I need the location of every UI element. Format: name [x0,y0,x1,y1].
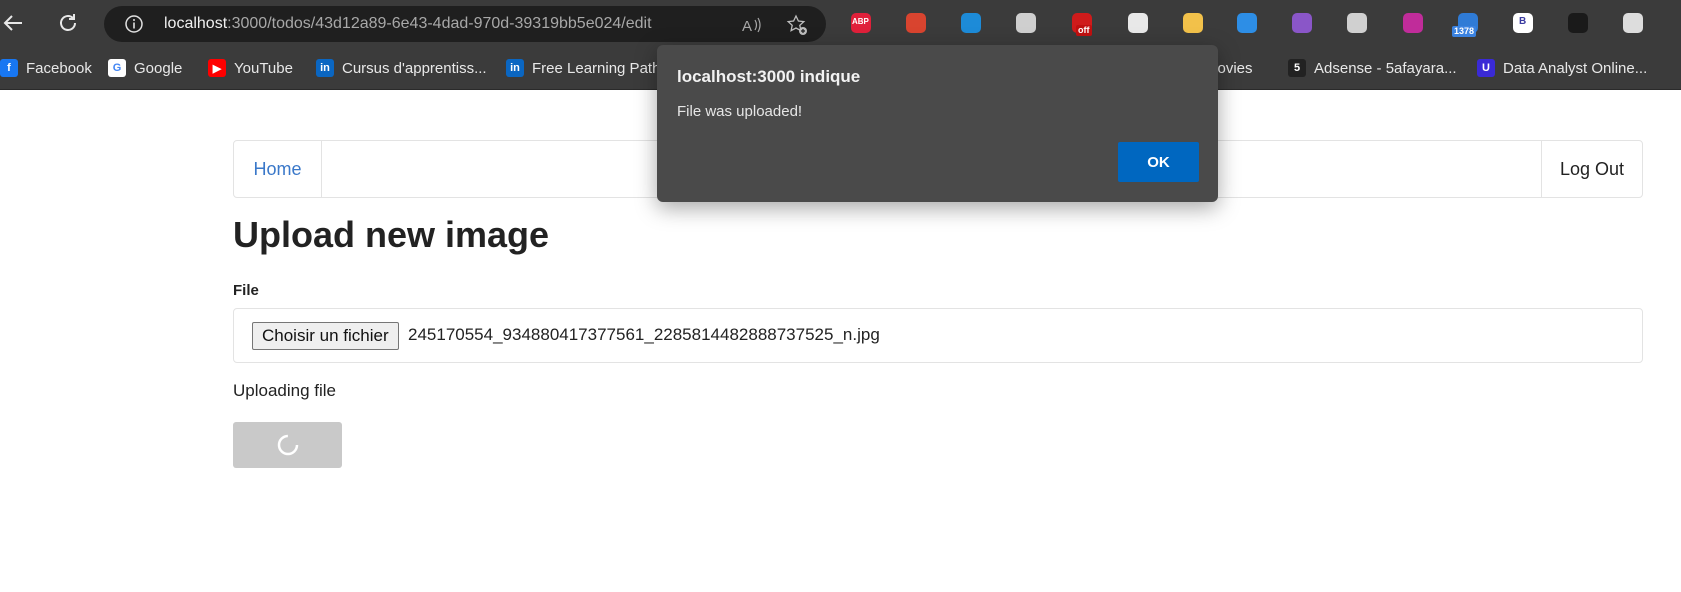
mail-extension-icon[interactable]: off [1070,11,1094,36]
chart-extension-icon[interactable] [1401,11,1425,35]
bookmark-1[interactable]: G Google [108,58,182,78]
dialog-message: File was uploaded! [677,103,803,120]
graduation-extension-icon[interactable]: 1378 [1452,11,1480,37]
robot-extension-glyph [1568,13,1588,33]
bookmark-label: Facebook [26,59,92,77]
sync-extension-glyph [1016,13,1036,33]
alert-dialog: localhost:3000 indique File was uploaded… [657,45,1218,202]
file-label: File [233,282,259,299]
add-favorite-icon[interactable] [786,14,808,36]
puzzle-extensions-icon[interactable] [1621,11,1645,35]
bookmark-0[interactable]: f Facebook [0,58,92,78]
choose-file-button[interactable]: Choisir un fichier [252,322,399,350]
target-extension-icon[interactable] [1345,11,1369,35]
bookmark-favicon-icon: in [316,59,334,77]
upload-status-text: Uploading file [233,381,337,400]
bookmark-favicon-icon: 5 [1288,59,1306,77]
reload-icon[interactable] [55,10,81,36]
paw-extension-glyph [906,13,926,33]
fox-extension-icon[interactable] [1290,11,1314,35]
selected-file-name: 245170554_934880417377561_22858144828887… [408,325,880,344]
bookmark-label: Google [134,59,183,77]
robot-extension-icon[interactable] [1566,11,1590,35]
address-bar[interactable]: localhost:3000/todos/43d12a89-6e43-4dad-… [104,6,826,42]
spinner-icon [277,434,298,456]
address-path: :3000/todos/43d12a89-6e43-4dad-970d-3931… [227,15,652,32]
bookmark-favicon-icon: f [0,59,18,77]
upload-button-loading[interactable] [233,422,342,468]
metamask-extension-glyph [1237,13,1257,33]
file-input[interactable]: Choisir un fichier 245170554_93488041737… [233,308,1643,363]
bookmark-label: YouTube [234,59,293,77]
pen-extension-glyph [1128,13,1148,33]
svg-text:A: A [742,18,752,35]
address-url[interactable]: localhost:3000/todos/43d12a89-6e43-4dad-… [164,15,652,33]
bookmark-favicon-icon: G [108,59,126,77]
browser-toolbar: localhost:3000/todos/43d12a89-6e43-4dad-… [0,0,1681,46]
extension-badge: off [1076,25,1092,36]
paw-extension-icon[interactable] [904,11,928,35]
bookmark-3[interactable]: in Cursus d'apprentiss... [316,58,487,78]
bookmark-favicon-icon: in [506,59,524,77]
nav-logout-link[interactable]: Log Out [1541,141,1642,197]
bookmark-2[interactable]: ▶ YouTube [208,58,293,78]
bookmark-4[interactable]: in Free Learning Path [506,58,660,78]
puzzle-extensions-glyph [1623,13,1643,33]
target-extension-glyph [1347,13,1367,33]
extension-badge: B [1519,16,1527,27]
sync-extension-icon[interactable] [1014,11,1038,35]
bookmark-label: Cursus d'apprentiss... [342,59,487,77]
site-info-icon[interactable] [124,14,144,34]
dialog-title: localhost:3000 indique [677,67,861,86]
back-arrow-icon[interactable] [0,10,26,36]
metamask-extension-icon[interactable] [1235,11,1259,35]
bookmark-favicon-icon: ▶ [208,59,226,77]
b-extension-icon[interactable]: B [1511,11,1535,35]
bookmark-favicon-icon: U [1477,59,1495,77]
notes-extension-icon[interactable] [1181,11,1205,35]
extension-badge: ABP [852,17,869,26]
page-title: Upload new image [233,214,550,255]
bookmark-6[interactable]: 5 Adsense - 5afayara... [1288,58,1457,78]
notes-extension-glyph [1183,13,1203,33]
pen-extension-icon[interactable] [1126,11,1150,35]
bookmark-label: Adsense - 5afayara... [1314,59,1457,77]
bookmark-label: Data Analyst Online... [1503,59,1648,77]
extension-badge: 1378 [1452,26,1477,37]
magnifier-extension-glyph [961,13,981,33]
adblock-plus-icon[interactable]: ABP [849,11,873,35]
bookmark-label: Free Learning Path [532,59,661,77]
read-aloud-icon[interactable]: A [740,14,762,36]
fox-extension-glyph [1292,13,1312,33]
bookmark-7[interactable]: U Data Analyst Online... [1477,58,1647,78]
dialog-ok-button[interactable]: OK [1118,142,1199,182]
nav-home-link[interactable]: Home [234,141,322,197]
magnifier-extension-icon[interactable] [959,11,983,35]
address-host: localhost [164,15,228,32]
chart-extension-glyph [1403,13,1423,33]
